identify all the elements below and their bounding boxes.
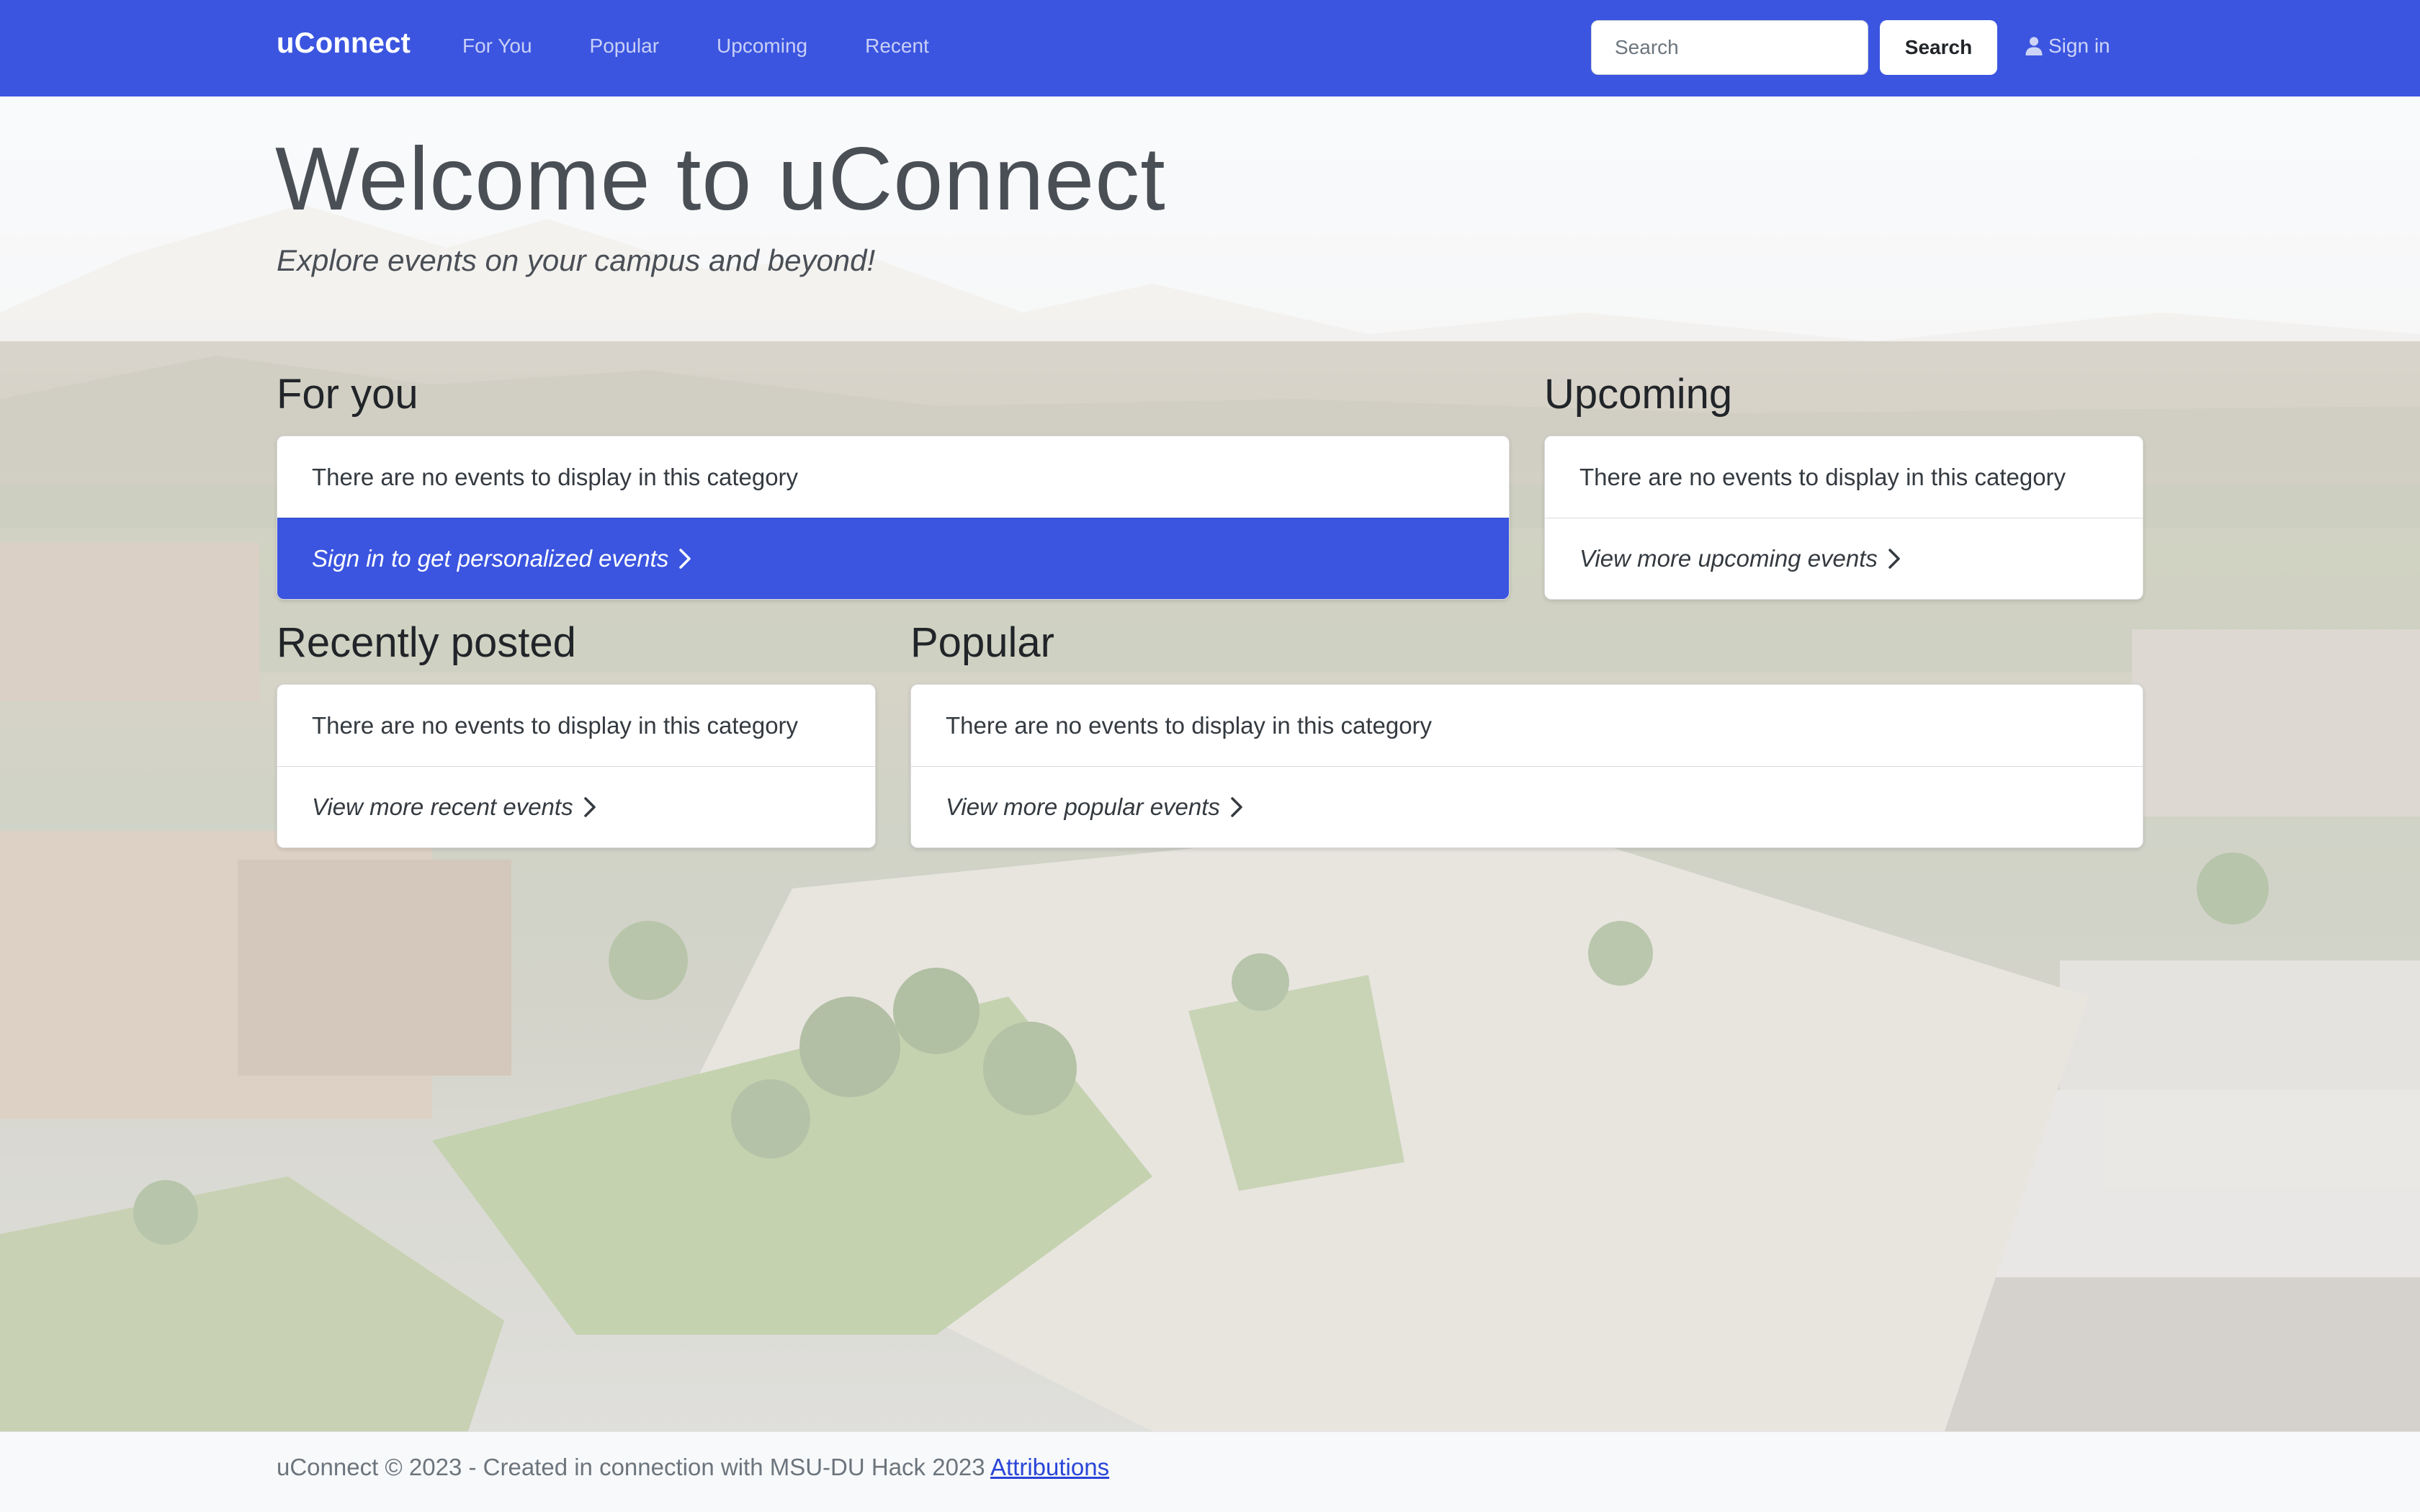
chevron-right-icon	[1230, 796, 1243, 818]
page-subtitle: Explore events on your campus and beyond…	[277, 243, 876, 277]
upcoming-card: There are no events to display in this c…	[1544, 436, 2143, 600]
footer-text-wrapper: uConnect © 2023 - Created in connection …	[277, 1454, 1109, 1481]
chevron-right-icon	[1888, 548, 1901, 570]
section-title-popular: Popular	[910, 619, 1054, 666]
section-title-recently-posted: Recently posted	[277, 619, 576, 666]
page-title: Welcome to uConnect	[275, 130, 1166, 229]
sign-in-label: Sign in	[2048, 35, 2110, 57]
sign-in-link[interactable]: Sign in	[2025, 35, 2110, 58]
view-more-upcoming-link[interactable]: View more upcoming events	[1545, 518, 2143, 599]
view-more-recent-label: View more recent events	[312, 793, 573, 820]
recent-empty-message: There are no events to display in this c…	[312, 711, 799, 739]
top-navbar: uConnect For You Popular Upcoming Recent…	[0, 0, 2420, 96]
view-more-recent-link[interactable]: View more recent events	[277, 766, 875, 847]
search-button[interactable]: Search	[1880, 20, 1997, 75]
sign-in-personalized-label: Sign in to get personalized events	[312, 545, 669, 572]
chevron-right-icon	[583, 796, 596, 818]
search-input[interactable]	[1591, 20, 1868, 75]
nav-link-for-you[interactable]: For You	[462, 35, 532, 58]
recent-card: There are no events to display in this c…	[277, 684, 876, 848]
popular-card: There are no events to display in this c…	[910, 684, 2143, 848]
brand-logo[interactable]: uConnect	[277, 27, 411, 60]
view-more-popular-link[interactable]: View more popular events	[911, 766, 2143, 847]
nav-link-recent[interactable]: Recent	[865, 35, 929, 58]
section-title-for-you: For you	[277, 371, 418, 418]
sign-in-personalized-link[interactable]: Sign in to get personalized events	[277, 518, 1509, 599]
person-icon	[2025, 37, 2043, 55]
attributions-link[interactable]: Attributions	[990, 1454, 1109, 1480]
popular-empty-message: There are no events to display in this c…	[946, 711, 1433, 739]
nav-links: For You Popular Upcoming Recent	[462, 35, 987, 58]
footer-copyright: uConnect © 2023 - Created in connection …	[277, 1454, 985, 1480]
nav-link-popular[interactable]: Popular	[590, 35, 660, 58]
section-title-upcoming: Upcoming	[1544, 371, 1733, 418]
for-you-card: There are no events to display in this c…	[277, 436, 1510, 600]
chevron-right-icon	[678, 548, 691, 570]
view-more-popular-label: View more popular events	[946, 793, 1220, 820]
for-you-empty-message: There are no events to display in this c…	[312, 463, 799, 490]
nav-link-upcoming[interactable]: Upcoming	[717, 35, 807, 58]
upcoming-empty-message: There are no events to display in this c…	[1579, 463, 2066, 490]
page-footer: uConnect © 2023 - Created in connection …	[0, 1431, 2420, 1512]
view-more-upcoming-label: View more upcoming events	[1579, 545, 1878, 572]
